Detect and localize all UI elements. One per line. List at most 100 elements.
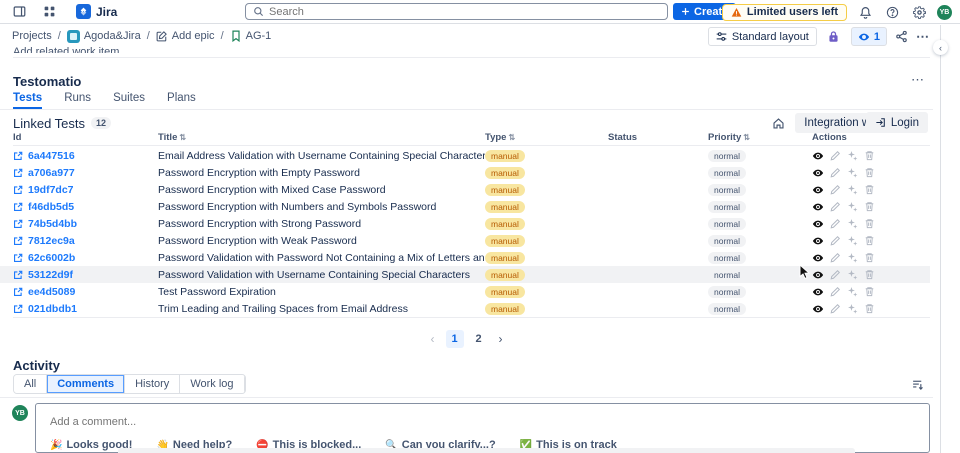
delete-test-icon[interactable] <box>864 201 875 212</box>
table-row[interactable]: 021dbdb1 Trim Leading and Trailing Space… <box>0 300 930 317</box>
edit-test-icon[interactable] <box>830 167 841 178</box>
jira-brand[interactable]: Jira <box>76 4 117 19</box>
breadcrumb-project[interactable]: Agoda&Jira <box>66 29 141 43</box>
ai-sparkles-icon[interactable] <box>847 150 858 161</box>
app-switcher-icon[interactable] <box>40 3 58 21</box>
table-column-header[interactable]: Type ⇅ <box>485 132 608 143</box>
activity-tab[interactable]: Comments <box>47 375 126 393</box>
prev-page-icon[interactable]: ‹ <box>426 330 440 348</box>
activity-tab[interactable]: Work log <box>180 375 245 393</box>
settings-gear-icon[interactable] <box>910 3 928 21</box>
search-input[interactable] <box>269 5 660 18</box>
panel-tab[interactable]: Tests <box>13 92 43 109</box>
edit-test-icon[interactable] <box>830 184 841 195</box>
table-column-header[interactable]: Id <box>13 132 158 143</box>
next-page-icon[interactable]: › <box>494 330 508 348</box>
help-icon[interactable] <box>883 3 901 21</box>
edit-test-icon[interactable] <box>830 150 841 161</box>
test-id-link[interactable]: 6a447516 <box>13 150 158 162</box>
ai-sparkles-icon[interactable] <box>847 201 858 212</box>
test-id-link[interactable]: 53122d9f <box>13 269 158 281</box>
table-column-header[interactable]: Actions <box>812 132 930 143</box>
table-row[interactable]: f46db5d5 Password Encryption with Number… <box>0 198 930 215</box>
standard-layout-button[interactable]: Standard layout <box>707 27 817 46</box>
table-column-header[interactable]: Title ⇅ <box>158 132 485 143</box>
comment-input[interactable] <box>50 416 915 428</box>
view-test-icon[interactable] <box>812 150 824 162</box>
ai-sparkles-icon[interactable] <box>847 303 858 314</box>
test-id-link[interactable]: ee4d5089 <box>13 286 158 298</box>
view-test-icon[interactable] <box>812 303 824 315</box>
sidebar-toggle-icon[interactable] <box>10 3 28 21</box>
test-id-link[interactable]: a706a977 <box>13 167 158 179</box>
ai-sparkles-icon[interactable] <box>847 218 858 229</box>
ai-sparkles-icon[interactable] <box>847 167 858 178</box>
breadcrumb-issue[interactable]: AG-1 <box>230 30 271 42</box>
table-row[interactable]: a706a977 Password Encryption with Empty … <box>0 164 930 181</box>
view-test-icon[interactable] <box>812 252 824 264</box>
view-test-icon[interactable] <box>812 184 824 196</box>
edit-test-icon[interactable] <box>830 235 841 246</box>
edit-test-icon[interactable] <box>830 269 841 280</box>
test-id-link[interactable]: 7812ec9a <box>13 235 158 247</box>
test-id-link[interactable]: 74b5d4bb <box>13 218 158 230</box>
ai-sparkles-icon[interactable] <box>847 252 858 263</box>
table-row[interactable]: 7812ec9a Password Encryption with Weak P… <box>0 232 930 249</box>
breadcrumb-add-epic[interactable]: Add epic <box>156 30 215 42</box>
comment-editor[interactable]: 🎉 Looks good! 👋 Need help? ⛔ This is blo… <box>35 403 930 453</box>
collapse-panel-chevron[interactable]: ‹ <box>933 40 948 55</box>
table-row[interactable]: 19df7dc7 Password Encryption with Mixed … <box>0 181 930 198</box>
view-test-icon[interactable] <box>812 269 824 281</box>
table-column-header[interactable]: Priority ⇅ <box>708 132 812 143</box>
delete-test-icon[interactable] <box>864 269 875 280</box>
view-test-icon[interactable] <box>812 218 824 230</box>
view-test-icon[interactable] <box>812 201 824 213</box>
limited-users-banner[interactable]: Limited users left <box>721 3 847 21</box>
page-number[interactable]: 1 <box>445 330 464 348</box>
test-id-link[interactable]: 021dbdb1 <box>13 303 158 315</box>
delete-test-icon[interactable] <box>864 218 875 229</box>
panel-tab[interactable]: Suites <box>113 92 145 109</box>
share-icon[interactable] <box>895 30 908 43</box>
more-actions-icon[interactable]: ⋯ <box>916 29 930 45</box>
delete-test-icon[interactable] <box>864 252 875 263</box>
panel-more-icon[interactable]: ⋯ <box>911 72 925 88</box>
global-search[interactable] <box>245 3 668 20</box>
edit-test-icon[interactable] <box>830 303 841 314</box>
ai-sparkles-icon[interactable] <box>847 235 858 246</box>
panel-tab[interactable]: Runs <box>64 92 91 109</box>
test-id-link[interactable]: f46db5d5 <box>13 201 158 213</box>
login-button[interactable]: Login <box>865 112 928 133</box>
table-row[interactable]: 62c6002b Password Validation with Passwo… <box>0 249 930 266</box>
delete-test-icon[interactable] <box>864 150 875 161</box>
delete-test-icon[interactable] <box>864 184 875 195</box>
view-test-icon[interactable] <box>812 235 824 247</box>
table-row[interactable]: 74b5d4bb Password Encryption with Strong… <box>0 215 930 232</box>
delete-test-icon[interactable] <box>864 235 875 246</box>
table-row[interactable]: ee4d5089 Test Password Expiration manual… <box>0 283 930 300</box>
lock-icon[interactable] <box>825 28 843 46</box>
breadcrumb-projects[interactable]: Projects <box>12 30 52 42</box>
home-icon[interactable] <box>772 117 785 130</box>
user-avatar[interactable]: YB <box>937 4 952 20</box>
ai-sparkles-icon[interactable] <box>847 184 858 195</box>
table-row[interactable]: 53122d9f Password Validation with Userna… <box>0 266 930 283</box>
watchers-button[interactable]: 1 <box>850 27 887 46</box>
edit-test-icon[interactable] <box>830 286 841 297</box>
test-id-link[interactable]: 19df7dc7 <box>13 184 158 196</box>
view-test-icon[interactable] <box>812 286 824 298</box>
page-number[interactable]: 2 <box>470 330 488 348</box>
edit-test-icon[interactable] <box>830 218 841 229</box>
activity-tab[interactable]: History <box>125 375 181 393</box>
notifications-icon[interactable] <box>856 3 874 21</box>
delete-test-icon[interactable] <box>864 167 875 178</box>
test-id-link[interactable]: 62c6002b <box>13 252 158 264</box>
activity-tab[interactable]: All <box>14 375 48 393</box>
ai-sparkles-icon[interactable] <box>847 269 858 280</box>
view-test-icon[interactable] <box>812 167 824 179</box>
delete-test-icon[interactable] <box>864 286 875 297</box>
sort-comments-icon[interactable] <box>911 378 925 391</box>
delete-test-icon[interactable] <box>864 303 875 314</box>
table-row[interactable]: 6a447516 Email Address Validation with U… <box>0 147 930 164</box>
edit-test-icon[interactable] <box>830 201 841 212</box>
